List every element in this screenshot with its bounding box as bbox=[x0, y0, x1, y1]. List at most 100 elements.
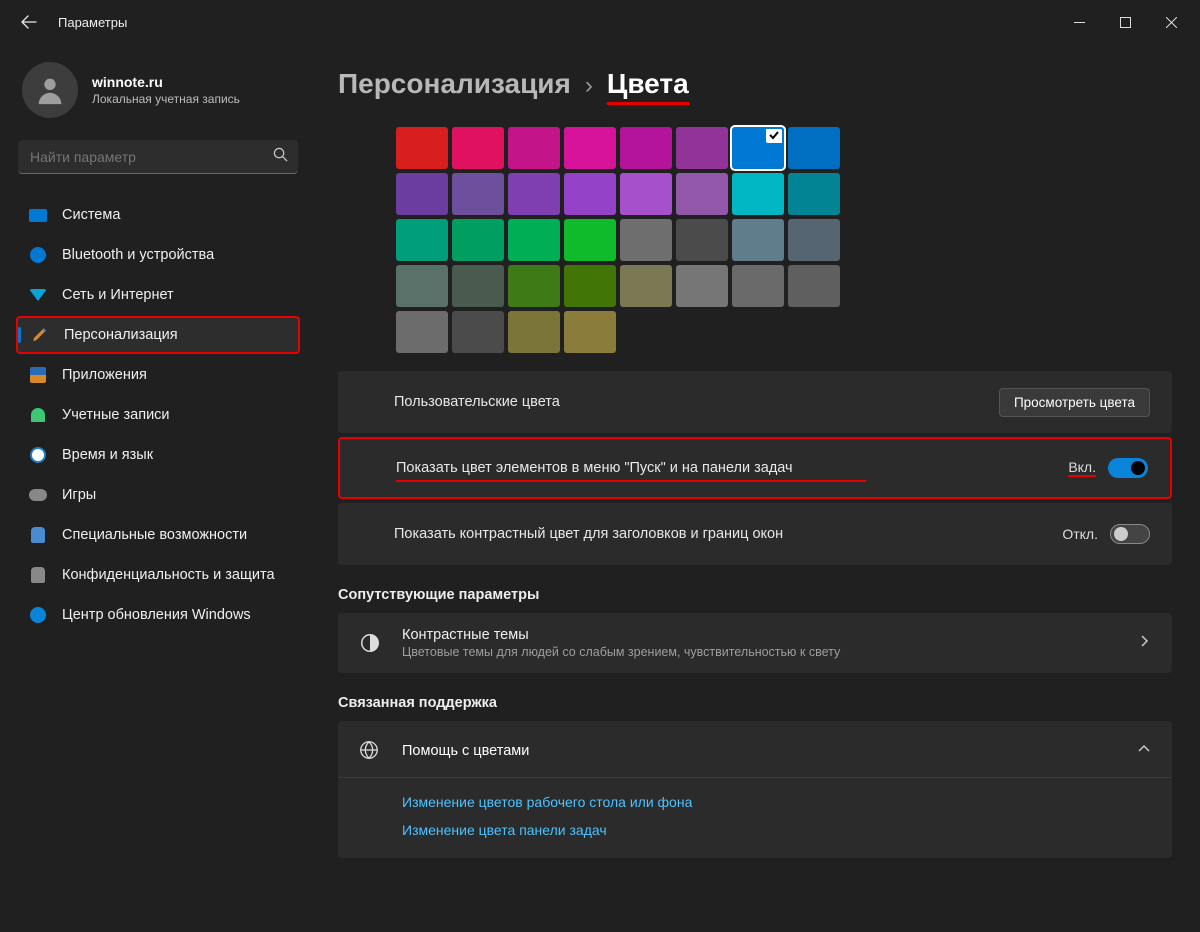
sidebar: winnote.ru Локальная учетная запись Сист… bbox=[0, 44, 310, 932]
color-swatch[interactable] bbox=[732, 265, 784, 307]
color-swatch[interactable] bbox=[564, 173, 616, 215]
color-swatch[interactable] bbox=[564, 311, 616, 353]
color-swatch[interactable] bbox=[620, 173, 672, 215]
color-swatch[interactable] bbox=[508, 219, 560, 261]
globe-icon bbox=[358, 739, 382, 763]
close-button[interactable] bbox=[1148, 6, 1194, 38]
nav-label: Конфиденциальность и защита bbox=[62, 567, 275, 583]
chevron-right-icon bbox=[1138, 634, 1150, 652]
color-swatch[interactable] bbox=[452, 173, 504, 215]
color-swatch[interactable] bbox=[788, 173, 840, 215]
show-accent-start-taskbar-row: Показать цвет элементов в меню "Пуск" и … bbox=[338, 437, 1172, 499]
breadcrumb-current: Цвета bbox=[607, 68, 689, 105]
search-box[interactable] bbox=[18, 140, 298, 174]
nav-label: Игры bbox=[62, 487, 96, 503]
color-swatch[interactable] bbox=[452, 265, 504, 307]
toggle-state-label: Вкл. bbox=[1068, 459, 1096, 477]
color-swatch[interactable] bbox=[508, 173, 560, 215]
maximize-button[interactable] bbox=[1102, 6, 1148, 38]
nav-label: Сеть и Интернет bbox=[62, 287, 174, 303]
color-swatch[interactable] bbox=[788, 265, 840, 307]
contrast-title: Контрастные темы bbox=[402, 627, 1118, 643]
nav-time-language[interactable]: Время и язык bbox=[16, 436, 300, 474]
show-accent-start-taskbar-label: Показать цвет элементов в меню "Пуск" и … bbox=[396, 460, 1068, 476]
color-swatch[interactable] bbox=[396, 127, 448, 169]
nav-personalization[interactable]: Персонализация bbox=[16, 316, 300, 354]
color-swatch[interactable] bbox=[452, 127, 504, 169]
color-swatch[interactable] bbox=[396, 265, 448, 307]
chevron-up-icon bbox=[1138, 742, 1150, 760]
color-swatch[interactable] bbox=[620, 219, 672, 261]
color-swatch[interactable] bbox=[396, 311, 448, 353]
nav-label: Специальные возможности bbox=[62, 527, 247, 543]
title-bar: Параметры bbox=[0, 0, 1200, 44]
color-swatch[interactable] bbox=[732, 173, 784, 215]
brush-icon bbox=[30, 325, 50, 345]
help-header[interactable]: Помощь с цветами bbox=[338, 721, 1172, 777]
accessibility-icon bbox=[28, 525, 48, 545]
color-swatch[interactable] bbox=[452, 311, 504, 353]
color-swatch[interactable] bbox=[508, 265, 560, 307]
account-block[interactable]: winnote.ru Локальная учетная запись bbox=[16, 52, 300, 134]
show-accent-titlebars-toggle[interactable] bbox=[1110, 524, 1150, 544]
nav-gaming[interactable]: Игры bbox=[16, 476, 300, 514]
color-swatch[interactable] bbox=[676, 265, 728, 307]
nav-privacy[interactable]: Конфиденциальность и защита bbox=[16, 556, 300, 594]
help-link-taskbar-color[interactable]: Изменение цвета панели задач bbox=[402, 822, 1150, 838]
nav-accounts[interactable]: Учетные записи bbox=[16, 396, 300, 434]
apps-icon bbox=[28, 365, 48, 385]
color-swatch[interactable] bbox=[676, 219, 728, 261]
color-swatch[interactable] bbox=[788, 127, 840, 169]
contrast-themes-card[interactable]: Контрастные темы Цветовые темы для людей… bbox=[338, 613, 1172, 673]
back-button[interactable] bbox=[12, 5, 46, 39]
help-link-desktop-colors[interactable]: Изменение цветов рабочего стола или фона bbox=[402, 794, 1150, 810]
contrast-icon bbox=[358, 631, 382, 655]
color-swatch[interactable] bbox=[396, 173, 448, 215]
color-swatch[interactable] bbox=[508, 311, 560, 353]
color-swatch[interactable] bbox=[508, 127, 560, 169]
window-title: Параметры bbox=[58, 15, 127, 30]
color-swatch[interactable] bbox=[564, 219, 616, 261]
account-type: Локальная учетная запись bbox=[92, 92, 240, 106]
nav-network[interactable]: Сеть и Интернет bbox=[16, 276, 300, 314]
color-swatch[interactable] bbox=[732, 219, 784, 261]
show-accent-titlebars-row: Показать контрастный цвет для заголовков… bbox=[338, 503, 1172, 565]
color-swatch[interactable] bbox=[564, 265, 616, 307]
nav-list: Система Bluetooth и устройства Сеть и Ин… bbox=[16, 196, 300, 634]
color-swatch[interactable] bbox=[676, 173, 728, 215]
nav-system[interactable]: Система bbox=[16, 196, 300, 234]
update-icon bbox=[28, 605, 48, 625]
search-input[interactable] bbox=[30, 149, 273, 165]
minimize-button[interactable] bbox=[1056, 6, 1102, 38]
show-accent-start-taskbar-toggle[interactable] bbox=[1108, 458, 1148, 478]
custom-colors-row: Пользовательские цвета Просмотреть цвета bbox=[338, 371, 1172, 433]
color-swatch[interactable] bbox=[676, 127, 728, 169]
contrast-subtitle: Цветовые темы для людей со слабым зрение… bbox=[402, 645, 1118, 659]
color-swatch[interactable] bbox=[396, 219, 448, 261]
gamepad-icon bbox=[28, 485, 48, 505]
nav-label: Приложения bbox=[62, 367, 147, 383]
nav-apps[interactable]: Приложения bbox=[16, 356, 300, 394]
breadcrumb: Персонализация › Цвета bbox=[338, 68, 1172, 105]
nav-label: Учетные записи bbox=[62, 407, 170, 423]
nav-label: Bluetooth и устройства bbox=[62, 247, 214, 263]
show-accent-titlebars-label: Показать контрастный цвет для заголовков… bbox=[394, 526, 1062, 542]
color-swatch[interactable] bbox=[788, 219, 840, 261]
color-swatch[interactable] bbox=[452, 219, 504, 261]
nav-windows-update[interactable]: Центр обновления Windows bbox=[16, 596, 300, 634]
view-colors-button[interactable]: Просмотреть цвета bbox=[999, 388, 1150, 417]
help-card: Помощь с цветами Изменение цветов рабоче… bbox=[338, 721, 1172, 858]
color-swatch[interactable] bbox=[620, 265, 672, 307]
accent-color-grid bbox=[396, 127, 1172, 353]
chevron-right-icon: › bbox=[585, 72, 593, 100]
breadcrumb-parent[interactable]: Персонализация bbox=[338, 68, 571, 100]
support-section-title: Связанная поддержка bbox=[338, 695, 1172, 711]
color-swatch[interactable] bbox=[732, 127, 784, 169]
nav-bluetooth[interactable]: Bluetooth и устройства bbox=[16, 236, 300, 274]
color-swatch[interactable] bbox=[620, 127, 672, 169]
nav-accessibility[interactable]: Специальные возможности bbox=[16, 516, 300, 554]
nav-label: Персонализация bbox=[64, 327, 178, 343]
help-title: Помощь с цветами bbox=[402, 743, 1118, 759]
avatar-icon bbox=[22, 62, 78, 118]
color-swatch[interactable] bbox=[564, 127, 616, 169]
